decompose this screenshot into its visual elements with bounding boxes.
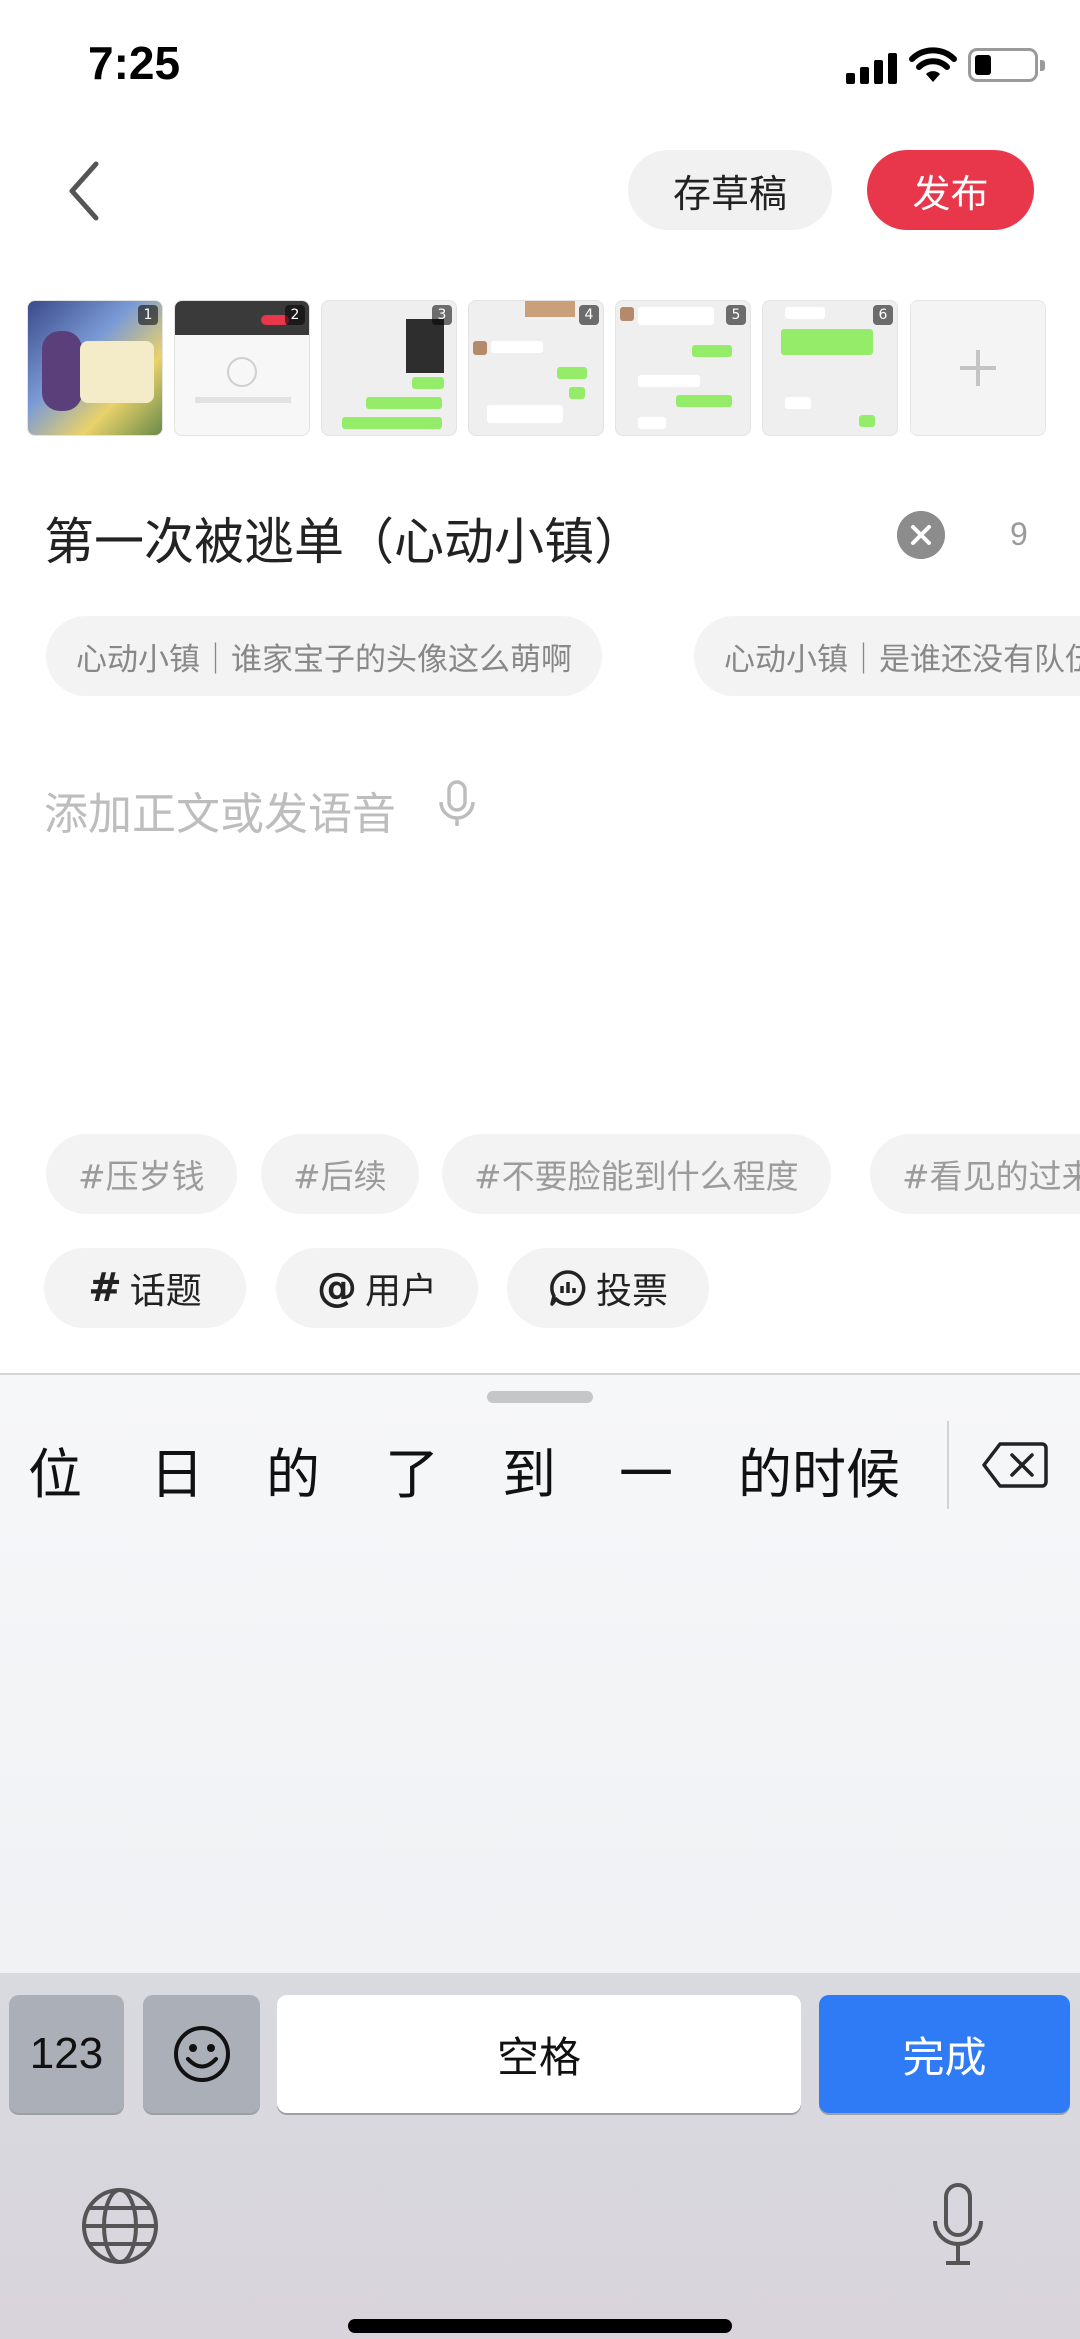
- home-indicator: [348, 2319, 732, 2333]
- at-icon: @: [316, 1265, 357, 1311]
- status-bar: 7:25: [0, 0, 1080, 130]
- thumbnail-index: 3: [432, 305, 452, 325]
- emoji-key[interactable]: [143, 1995, 260, 2113]
- thumbnail-index: 5: [726, 305, 746, 325]
- keyboard-handle[interactable]: [487, 1391, 593, 1403]
- candidate-word[interactable]: 位: [28, 1430, 82, 1509]
- topic-label: 话题: [129, 1271, 202, 1312]
- hashtag-icon: #: [88, 1265, 122, 1311]
- title-suggestion-chip[interactable]: 心动小镇｜谁家宝子的头像这么萌啊: [46, 616, 602, 696]
- keyboard: 位 日 的 了 到 一 的时候 123 空格 完成: [0, 1373, 1080, 2339]
- char-count: 9: [1010, 516, 1028, 552]
- thumbnail-index: 1: [138, 305, 158, 325]
- candidate-word[interactable]: 日: [150, 1430, 204, 1509]
- title-input[interactable]: 第一次被逃单（心动小镇）: [44, 502, 644, 574]
- done-key[interactable]: 完成: [819, 1995, 1070, 2113]
- poll-icon: [550, 1270, 586, 1306]
- thumbnail-index: 6: [873, 305, 893, 325]
- chevron-left-icon[interactable]: [60, 158, 110, 224]
- mention-user-button[interactable]: @ 用户: [276, 1248, 478, 1328]
- backspace-icon[interactable]: [982, 1441, 1048, 1489]
- poll-button[interactable]: 投票: [507, 1248, 709, 1328]
- thumbnail-index: 4: [579, 305, 599, 325]
- hashtag-chip[interactable]: #后续: [261, 1134, 419, 1214]
- title-suggestion-chip[interactable]: 心动小镇｜是谁还没有队伍: [694, 616, 1080, 696]
- candidate-word[interactable]: 一: [619, 1430, 673, 1509]
- signal-icon: [846, 52, 898, 84]
- topic-button[interactable]: # 话题: [44, 1248, 246, 1328]
- candidate-word[interactable]: 了: [385, 1430, 439, 1509]
- image-thumbnail[interactable]: 2: [174, 300, 310, 436]
- plus-icon: [960, 350, 996, 386]
- mention-label: 用户: [364, 1271, 437, 1312]
- candidate-word[interactable]: 到: [502, 1430, 556, 1509]
- image-thumbnail[interactable]: 1: [27, 300, 163, 436]
- poll-label: 投票: [595, 1271, 668, 1312]
- battery-icon: [968, 48, 1045, 82]
- status-time: 7:25: [88, 37, 181, 89]
- microphone-icon[interactable]: [930, 2181, 986, 2271]
- thumbnail-index: 2: [285, 305, 305, 325]
- hashtag-chip[interactable]: #不要脸能到什么程度: [442, 1134, 831, 1214]
- body-input[interactable]: 添加正文或发语音: [44, 778, 396, 842]
- space-key[interactable]: 空格: [277, 1995, 801, 2113]
- close-circle-icon[interactable]: [897, 511, 945, 559]
- wifi-icon: [909, 47, 957, 82]
- candidate-word[interactable]: 的时候: [738, 1430, 900, 1509]
- hashtag-chip[interactable]: #压岁钱: [46, 1134, 237, 1214]
- candidate-divider: [947, 1421, 949, 1509]
- microphone-icon[interactable]: [436, 780, 478, 828]
- globe-icon[interactable]: [80, 2186, 160, 2266]
- emoji-icon: [173, 2026, 230, 2082]
- candidate-word[interactable]: 的: [266, 1430, 320, 1509]
- hashtag-chip[interactable]: #看见的过来: [870, 1134, 1080, 1214]
- image-thumbnail[interactable]: 6: [762, 300, 898, 436]
- numbers-key[interactable]: 123: [9, 1995, 124, 2113]
- image-thumbnail[interactable]: 5: [615, 300, 751, 436]
- save-draft-button[interactable]: 存草稿: [628, 150, 832, 230]
- keyboard-bottom-row: 123 空格 完成: [0, 1973, 1080, 2339]
- add-image-button[interactable]: [910, 300, 1046, 436]
- image-thumbnail[interactable]: 3: [321, 300, 457, 436]
- image-thumbnail[interactable]: 4: [468, 300, 604, 436]
- publish-button[interactable]: 发布: [867, 150, 1034, 230]
